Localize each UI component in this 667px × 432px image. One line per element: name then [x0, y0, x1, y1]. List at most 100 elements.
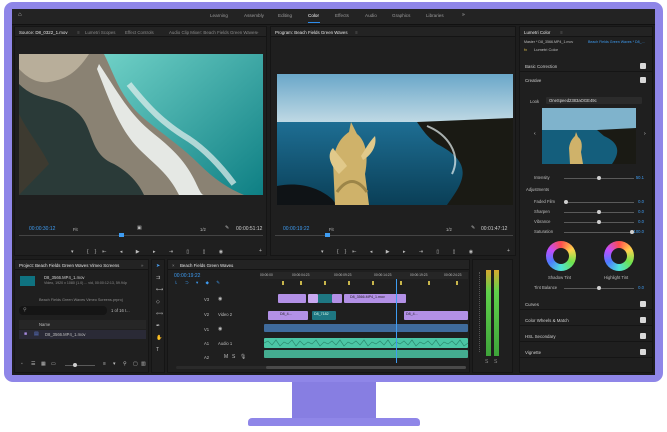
wrench-icon[interactable]: ✎: [225, 226, 229, 231]
sharpen-slider[interactable]: [564, 210, 634, 214]
lock-icon[interactable]: ▪: [21, 362, 23, 367]
faded-film-value[interactable]: 0.0: [638, 199, 644, 204]
source-scrubber[interactable]: [19, 235, 263, 236]
program-transport-controls[interactable]: ▾ {}⇤ ◂ ▶ ▸ ⇥ ▯ ▯ ◉: [321, 249, 491, 256]
look-next-icon[interactable]: ›: [644, 132, 646, 137]
creative-checkbox[interactable]: [640, 77, 646, 83]
tint-balance-slider[interactable]: [564, 286, 634, 290]
clip-v2[interactable]: D8_7182: [312, 311, 336, 320]
shadow-tint-wheel[interactable]: [546, 241, 576, 271]
timeline-timecode[interactable]: 00:00:19:22: [174, 273, 200, 279]
source-timecode[interactable]: 00:00:30:12: [29, 226, 55, 232]
lumetri-menu-icon[interactable]: ≡: [560, 30, 563, 35]
highlight-tint-wheel[interactable]: [604, 241, 634, 271]
sequence-tab[interactable]: Beach Fields Green Waves: [180, 263, 233, 268]
delete-icon[interactable]: ▥: [141, 362, 146, 367]
look-dropdown[interactable]: OneSpeed2383aOGE49c: [546, 97, 642, 104]
saturation-slider[interactable]: [564, 230, 634, 234]
lumetri-tab[interactable]: Lumetri Color: [524, 30, 550, 35]
home-icon[interactable]: ⌂: [18, 12, 22, 18]
clip-v1[interactable]: [264, 324, 468, 332]
program-menu-icon[interactable]: ≡: [355, 30, 358, 35]
razor-tool-icon[interactable]: ◇: [156, 300, 160, 305]
pen-tool-icon[interactable]: ✒: [156, 324, 160, 329]
track-a2[interactable]: A2 M S 🎙: [174, 352, 258, 364]
more-tabs-icon[interactable]: »: [256, 30, 258, 35]
project-list-item[interactable]: ■ ▤ D8_3566.MP4_1.mov: [19, 330, 146, 339]
selection-tool-icon[interactable]: ➤: [156, 264, 160, 269]
section-color-wheels[interactable]: Color Wheels & Match: [520, 315, 652, 326]
clip-v2[interactable]: D8_4...: [404, 311, 468, 320]
sharpen-value[interactable]: 0.0: [638, 209, 644, 214]
saturation-value[interactable]: 100.0: [634, 229, 644, 234]
section-creative[interactable]: Creative: [520, 75, 652, 86]
tab-audio[interactable]: Audio: [365, 13, 377, 18]
sort-icon[interactable]: ≡: [103, 362, 106, 367]
tab-editing[interactable]: Editing: [278, 13, 292, 18]
type-tool-icon[interactable]: T: [156, 348, 159, 353]
source-fit-dropdown[interactable]: Fit: [73, 227, 78, 232]
lumetri-sequence[interactable]: Beach Fields Green Waves * D8_...: [588, 40, 645, 44]
sequence-menu-icon[interactable]: ≡: [230, 263, 233, 268]
tint-balance-value[interactable]: 0.0: [638, 285, 644, 290]
adjustments-label[interactable]: Adjustments: [526, 187, 549, 192]
search-bin-icon[interactable]: ⚲: [123, 362, 127, 367]
audio-clip-a1[interactable]: [264, 338, 468, 348]
solo-left-icon[interactable]: S: [485, 360, 488, 365]
settings-icon[interactable]: ▣: [137, 226, 142, 231]
program-scrubber[interactable]: [275, 235, 513, 236]
list-view-icon[interactable]: ☰: [31, 362, 35, 367]
source-transport-controls[interactable]: ▾ {}⇤ ◂ ▶ ▸ ⇥ ▯ ▯ ◉: [71, 249, 231, 256]
lumetri-effect-dropdown[interactable]: Lumetri Color: [534, 47, 558, 52]
program-tab[interactable]: Program: Beach Fields Green Waves: [275, 30, 348, 35]
section-hsl-secondary[interactable]: HSL Secondary: [520, 331, 652, 342]
lumetri-scopes-tab[interactable]: Lumetri Scopes: [85, 30, 116, 35]
project-tab[interactable]: Project: Beach Fields Green Waves Vimeo …: [19, 263, 119, 268]
program-playhead[interactable]: [325, 233, 330, 237]
timeline-ruler[interactable]: 00:00:00 00:00:04:23 00:00:09:23 00:00:1…: [260, 272, 468, 279]
vignette-checkbox[interactable]: [640, 349, 646, 355]
program-timecode[interactable]: 00:00:19:22: [283, 226, 309, 232]
track-v1[interactable]: V1 ◉: [174, 324, 258, 336]
mute-icon[interactable]: M: [224, 355, 228, 360]
close-sequence-icon[interactable]: ×: [172, 263, 175, 268]
hand-tool-icon[interactable]: ✋: [156, 336, 162, 341]
section-vignette[interactable]: Vignette: [520, 347, 652, 358]
tab-effects[interactable]: Effects: [335, 13, 349, 18]
program-ratio-dropdown[interactable]: 1/2: [446, 227, 452, 232]
new-bin-icon[interactable]: ▢: [133, 362, 138, 367]
timeline-tools-row[interactable]: ⇂ ⊃ ▾ ◆ ✎: [174, 280, 244, 286]
timeline-playhead[interactable]: [396, 279, 397, 363]
color-wheels-checkbox[interactable]: [640, 317, 646, 323]
tab-assembly[interactable]: Assembly: [244, 13, 264, 18]
section-curves[interactable]: Curves: [520, 299, 652, 310]
program-add-button-icon[interactable]: +: [507, 249, 510, 254]
faded-film-slider[interactable]: [564, 200, 634, 204]
program-wrench-icon[interactable]: ✎: [471, 226, 475, 231]
clip-v3[interactable]: [278, 294, 306, 303]
look-prev-icon[interactable]: ‹: [534, 132, 536, 137]
clip-v3[interactable]: [318, 294, 332, 303]
source-menu-icon[interactable]: ≡: [77, 30, 80, 35]
project-search-input[interactable]: ⚲: [19, 306, 107, 315]
source-playhead[interactable]: [119, 233, 124, 237]
track-a1[interactable]: A1 Audio 1: [174, 338, 258, 350]
clip-v2[interactable]: D8_4...: [268, 311, 308, 320]
track-v3[interactable]: V3 ◉: [174, 294, 258, 306]
ripple-edit-tool-icon[interactable]: ⟷: [156, 288, 163, 293]
mic-icon[interactable]: 🎙: [240, 355, 246, 360]
effect-controls-tab[interactable]: Effect Controls: [125, 30, 154, 35]
basic-correction-checkbox[interactable]: [640, 63, 646, 69]
audio-clip-a2[interactable]: [264, 350, 468, 358]
audio-clip-mixer-tab[interactable]: Audio Clip Mixer: Beach Fields Green Wav…: [169, 30, 257, 35]
tab-graphics[interactable]: Graphics: [392, 13, 410, 18]
intensity-value[interactable]: 50.1: [636, 175, 644, 180]
source-ratio-dropdown[interactable]: 1/2: [200, 227, 206, 232]
intensity-slider[interactable]: [564, 176, 634, 180]
automate-icon[interactable]: ▾: [113, 362, 116, 367]
program-fit-dropdown[interactable]: Fit: [329, 227, 334, 232]
more-workspaces-icon[interactable]: »: [462, 13, 465, 18]
tab-libraries[interactable]: Libraries: [426, 13, 444, 18]
toggle-output-icon[interactable]: ◉: [218, 327, 222, 332]
hsl-checkbox[interactable]: [640, 333, 646, 339]
